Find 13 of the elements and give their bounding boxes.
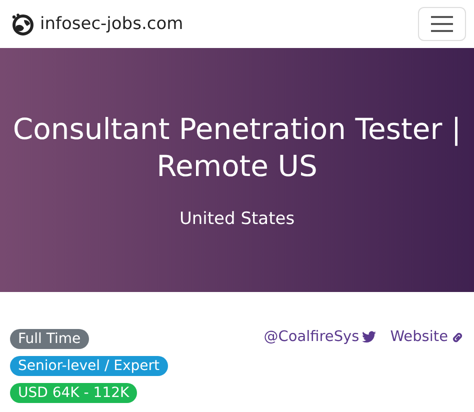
twitter-link[interactable]: @CoalfireSys — [264, 329, 376, 345]
job-location: United States — [179, 208, 295, 229]
menu-icon — [431, 16, 453, 32]
website-link[interactable]: Website — [390, 329, 464, 345]
menu-button[interactable] — [418, 7, 466, 41]
tag: Senior-level / Expert — [10, 356, 168, 376]
logo-icon — [10, 12, 34, 36]
bird-icon — [362, 331, 376, 343]
tag: USD 64K - 112K — [10, 383, 138, 403]
job-title: Consultant Penetration Tester | Remote US — [12, 111, 462, 185]
site-name[interactable]: infosec-jobs.com — [40, 14, 184, 34]
tag: Full Time — [10, 329, 89, 349]
link-icon — [451, 330, 464, 344]
